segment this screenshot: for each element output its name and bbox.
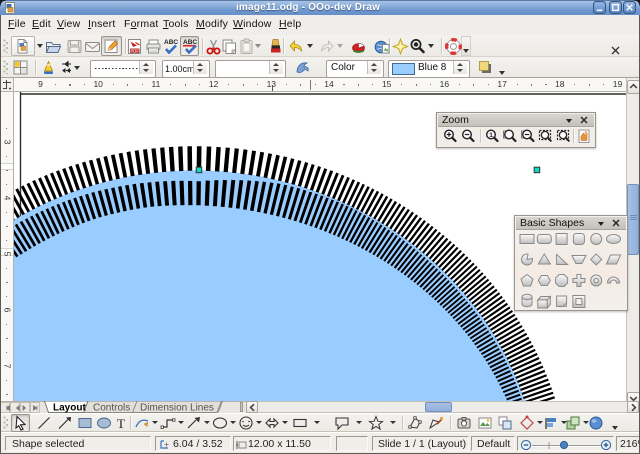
svg-text:ABC: ABC	[164, 39, 178, 46]
svg-text:Controls: Controls	[93, 403, 130, 414]
svg-text:Layout: Layout	[53, 403, 86, 414]
svg-text:Dimension Lines: Dimension Lines	[140, 403, 214, 414]
svg-text:1: 1	[489, 132, 493, 139]
svg-text:PDF: PDF	[131, 48, 140, 53]
svg-text:T: T	[117, 416, 125, 431]
